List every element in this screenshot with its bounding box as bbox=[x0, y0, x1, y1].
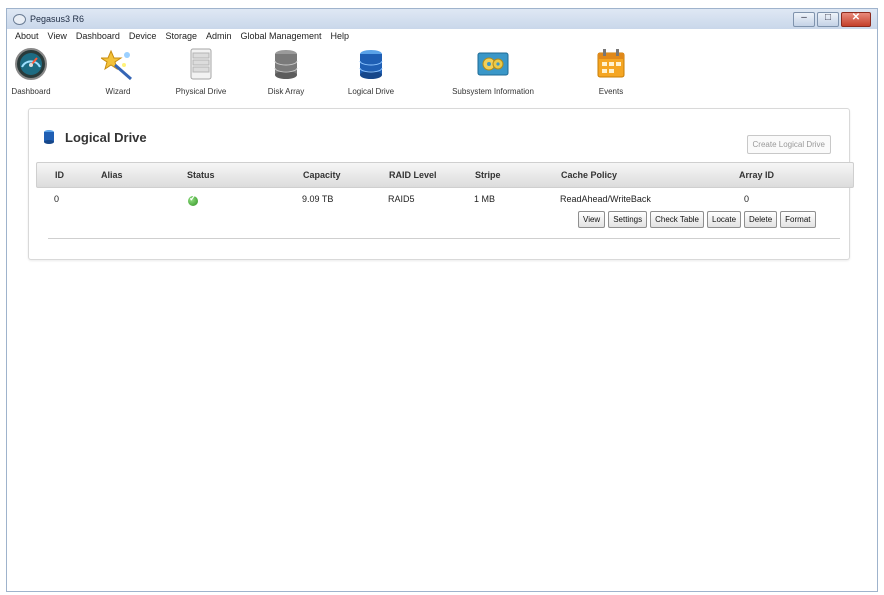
minimize-button[interactable]: – bbox=[793, 12, 815, 27]
view-button[interactable]: View bbox=[578, 211, 606, 228]
toolbar-dashboard-label: Dashboard bbox=[11, 87, 51, 96]
cell-capacity: 9.09 TB bbox=[302, 194, 334, 204]
column-header-stripe[interactable]: Stripe bbox=[475, 170, 501, 180]
menu-bar: About View Dashboard Device Storage Admi… bbox=[7, 29, 877, 43]
menu-about[interactable]: About bbox=[15, 31, 39, 41]
locate-button[interactable]: Locate bbox=[707, 211, 742, 228]
table-divider bbox=[48, 238, 840, 239]
format-button[interactable]: Format bbox=[780, 211, 816, 228]
menu-admin[interactable]: Admin bbox=[206, 31, 232, 41]
title-bar: Pegasus3 R6 – □ ✕ bbox=[7, 9, 877, 29]
toolbar-wizard-label: Wizard bbox=[105, 87, 131, 96]
table-header: ID Alias Status Capacity RAID Level Stri… bbox=[36, 162, 854, 188]
column-header-raid-level[interactable]: RAID Level bbox=[389, 170, 437, 180]
cell-raid-level: RAID5 bbox=[388, 194, 415, 204]
disk-array-icon bbox=[274, 50, 298, 79]
menu-dashboard[interactable]: Dashboard bbox=[76, 31, 120, 41]
toolbar-dashboard[interactable]: Dashboard bbox=[7, 47, 55, 96]
menu-global-management[interactable]: Global Management bbox=[240, 31, 321, 41]
column-header-array-id[interactable]: Array ID bbox=[739, 170, 774, 180]
toolbar-physical-drive[interactable]: Physical Drive bbox=[171, 47, 231, 96]
maximize-icon: □ bbox=[824, 12, 832, 23]
column-header-cache-policy[interactable]: Cache Policy bbox=[561, 170, 617, 180]
logical-drive-icon bbox=[44, 130, 54, 144]
panel-header: Logical Drive bbox=[43, 129, 147, 145]
maximize-button[interactable]: □ bbox=[817, 12, 839, 27]
window-title: Pegasus3 R6 bbox=[30, 14, 85, 24]
table-row: 0 9.09 TB RAID5 1 MB ReadAhead/WriteBack… bbox=[36, 188, 854, 228]
toolbar-physical-drive-label: Physical Drive bbox=[175, 87, 227, 96]
toolbar-disk-array-label: Disk Array bbox=[267, 87, 305, 96]
window-controls: – □ ✕ bbox=[793, 12, 871, 27]
subsystem-information-icon bbox=[477, 52, 509, 76]
close-button[interactable]: ✕ bbox=[841, 12, 871, 27]
status-ok-icon bbox=[188, 193, 198, 206]
menu-device[interactable]: Device bbox=[129, 31, 157, 41]
menu-view[interactable]: View bbox=[48, 31, 67, 41]
settings-button[interactable]: Settings bbox=[608, 211, 648, 228]
app-logo-icon bbox=[13, 13, 26, 25]
toolbar: Dashboard Wizard Physical Drive Disk Arr… bbox=[7, 43, 877, 107]
cell-array-id: 0 bbox=[744, 194, 750, 204]
column-header-alias[interactable]: Alias bbox=[101, 170, 123, 180]
create-logical-drive-button[interactable]: Create Logical Drive bbox=[746, 135, 831, 154]
column-header-capacity[interactable]: Capacity bbox=[303, 170, 341, 180]
menu-help[interactable]: Help bbox=[331, 31, 350, 41]
row-actions: View Settings Check Table Locate Delete … bbox=[578, 211, 816, 228]
close-icon: ✕ bbox=[851, 12, 861, 23]
page-title: Logical Drive bbox=[65, 129, 147, 145]
events-calendar-icon bbox=[597, 49, 625, 78]
toolbar-subsystem-information[interactable]: Subsystem Information bbox=[445, 47, 541, 96]
logical-drive-icon bbox=[359, 50, 383, 79]
column-header-id[interactable]: ID bbox=[55, 170, 64, 180]
toolbar-events-label: Events bbox=[598, 87, 624, 96]
app-window: Pegasus3 R6 – □ ✕ About View Dashboard D… bbox=[6, 8, 878, 592]
check-table-button[interactable]: Check Table bbox=[650, 211, 704, 228]
toolbar-logical-drive-label: Logical Drive bbox=[347, 87, 395, 96]
toolbar-wizard[interactable]: Wizard bbox=[95, 47, 141, 96]
column-header-status[interactable]: Status bbox=[187, 170, 215, 180]
minimize-icon: – bbox=[801, 12, 807, 23]
wizard-icon bbox=[101, 49, 132, 81]
physical-drive-icon bbox=[190, 48, 212, 80]
dashboard-gauge-icon bbox=[15, 48, 47, 80]
logical-drive-table: ID Alias Status Capacity RAID Level Stri… bbox=[36, 162, 854, 228]
toolbar-subsystem-information-label: Subsystem Information bbox=[452, 87, 534, 96]
cell-stripe: 1 MB bbox=[474, 194, 496, 204]
delete-button[interactable]: Delete bbox=[744, 211, 778, 228]
menu-storage[interactable]: Storage bbox=[165, 31, 197, 41]
toolbar-disk-array[interactable]: Disk Array bbox=[261, 47, 311, 96]
toolbar-logical-drive[interactable]: Logical Drive bbox=[345, 47, 397, 96]
toolbar-events[interactable]: Events bbox=[589, 47, 633, 96]
cell-id: 0 bbox=[54, 194, 60, 204]
cell-cache-policy: ReadAhead/WriteBack bbox=[560, 194, 651, 204]
